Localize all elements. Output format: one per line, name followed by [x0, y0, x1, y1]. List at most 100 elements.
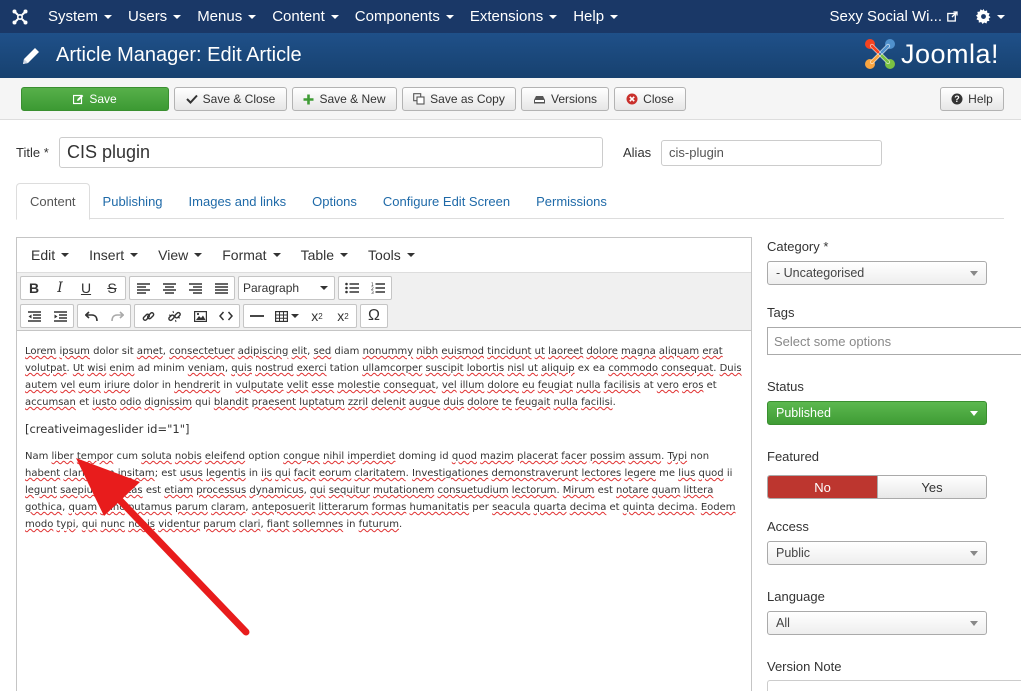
- omega-icon[interactable]: Ω: [361, 305, 387, 327]
- text-style-group: B I U S: [20, 276, 126, 300]
- caret-down-icon: [104, 14, 113, 19]
- editor-content[interactable]: Lorem ipsum dolor sit amet, consectetuer…: [17, 331, 751, 533]
- subscript-icon[interactable]: x2: [304, 305, 330, 327]
- indent-group: [20, 304, 74, 328]
- article-editor: Edit Insert View Format Table Tools B I …: [16, 237, 752, 691]
- title-input[interactable]: CIS plugin: [59, 137, 603, 168]
- featured-label: Featured: [767, 449, 820, 464]
- menu-users[interactable]: Users: [120, 0, 189, 33]
- unlink-icon[interactable]: [161, 305, 187, 327]
- menu-menus[interactable]: Menus: [189, 0, 264, 33]
- caret-down-icon: [291, 314, 299, 318]
- align-left-icon[interactable]: [130, 277, 156, 299]
- menu-content[interactable]: Content: [264, 0, 347, 33]
- tab-configure-edit-screen[interactable]: Configure Edit Screen: [370, 183, 523, 219]
- horizontal-rule-icon[interactable]: [244, 305, 270, 327]
- code-icon[interactable]: [213, 305, 239, 327]
- align-group: [129, 276, 235, 300]
- status-select[interactable]: Published: [767, 401, 987, 425]
- undo-icon[interactable]: [78, 305, 104, 327]
- plus-icon: [303, 94, 314, 105]
- save-close-button[interactable]: Save & Close: [174, 87, 287, 111]
- help-button[interactable]: ? Help: [940, 87, 1004, 111]
- italic-icon[interactable]: I: [47, 277, 73, 299]
- editor-menu-insert[interactable]: Insert: [79, 247, 148, 263]
- menu-help[interactable]: Help: [565, 0, 626, 33]
- versions-button[interactable]: Versions: [521, 87, 609, 111]
- editor-menu-format[interactable]: Format: [212, 247, 290, 263]
- bold-icon[interactable]: B: [21, 277, 47, 299]
- caret-down-icon: [445, 14, 454, 19]
- version-note-input[interactable]: [767, 680, 1021, 691]
- caret-down-icon: [549, 14, 558, 19]
- editor-menu-edit[interactable]: Edit: [21, 247, 79, 263]
- pencil-icon: [23, 47, 39, 64]
- tab-options[interactable]: Options: [299, 183, 370, 219]
- superscript-icon[interactable]: x2: [330, 305, 356, 327]
- editor-menubar: Edit Insert View Format Table Tools: [17, 238, 751, 273]
- featured-no-button[interactable]: No: [768, 476, 877, 498]
- alias-label: Alias: [623, 145, 652, 160]
- editor-toolbar: B I U S Paragraph 123 x 2 x 2 Ω: [17, 273, 751, 331]
- save-button[interactable]: Save: [21, 87, 169, 111]
- editor-toolbar-row-1: B I U S Paragraph 123: [20, 276, 395, 300]
- outdent-icon[interactable]: [21, 305, 47, 327]
- table-icon[interactable]: [270, 305, 304, 327]
- page-header: Article Manager: Edit Article Joomla!: [0, 33, 1021, 78]
- editor-menu-tools[interactable]: Tools: [358, 247, 425, 263]
- close-button[interactable]: Close: [614, 87, 686, 111]
- caret-down-icon: [194, 253, 203, 257]
- menu-system[interactable]: System: [40, 0, 120, 33]
- align-right-icon[interactable]: [182, 277, 208, 299]
- strikethrough-icon[interactable]: S: [99, 277, 125, 299]
- tab-images-links[interactable]: Images and links: [176, 183, 300, 219]
- underline-icon[interactable]: U: [73, 277, 99, 299]
- indent-icon[interactable]: [47, 305, 73, 327]
- brand-text: Joomla!: [900, 38, 999, 69]
- tab-content[interactable]: Content: [16, 183, 90, 220]
- numbered-list-icon[interactable]: 123: [365, 277, 391, 299]
- caret-down-icon: [330, 14, 339, 19]
- link-icon[interactable]: [135, 305, 161, 327]
- block-format-select[interactable]: Paragraph: [238, 276, 335, 300]
- tab-publishing[interactable]: Publishing: [90, 183, 176, 219]
- joomla-logo-icon[interactable]: [0, 0, 40, 33]
- copy-icon: [413, 93, 425, 105]
- version-note-label: Version Note: [767, 659, 842, 674]
- paragraph-2: Nam liber tempor cum soluta nobis eleife…: [25, 451, 736, 530]
- category-select[interactable]: - Uncategorised: [767, 261, 987, 285]
- special-char-group: Ω: [360, 304, 388, 328]
- check-icon: [185, 94, 198, 104]
- caret-down-icon: [130, 253, 139, 257]
- redo-icon[interactable]: [104, 305, 130, 327]
- align-center-icon[interactable]: [156, 277, 182, 299]
- save-new-button[interactable]: Save & New: [292, 87, 397, 111]
- menu-extensions[interactable]: Extensions: [462, 0, 565, 33]
- image-icon[interactable]: [187, 305, 213, 327]
- tags-input[interactable]: Select some options: [767, 327, 1021, 355]
- user-settings-menu[interactable]: [968, 9, 1021, 24]
- caret-down-icon: [248, 14, 257, 19]
- editor-menu-table[interactable]: Table: [291, 247, 358, 263]
- align-justify-icon[interactable]: [208, 277, 234, 299]
- tab-permissions[interactable]: Permissions: [523, 183, 620, 219]
- featured-yes-button[interactable]: Yes: [877, 476, 986, 498]
- site-link[interactable]: Sexy Social Wi...: [819, 8, 968, 25]
- language-select[interactable]: All: [767, 611, 987, 635]
- save-as-copy-button[interactable]: Save as Copy: [402, 87, 516, 111]
- archive-icon: [533, 95, 546, 104]
- list-group: 123: [338, 276, 392, 300]
- category-label: Category *: [767, 239, 829, 254]
- edit-icon: [73, 94, 84, 105]
- editor-toolbar-row-2: x2 x2 Ω: [20, 304, 391, 328]
- access-select[interactable]: Public: [767, 541, 987, 565]
- toolbar: Save Save & Close Save & New Save as Cop…: [0, 78, 1021, 120]
- bullet-list-icon[interactable]: [339, 277, 365, 299]
- misc-group: x2 x2: [243, 304, 357, 328]
- caret-down-icon: [320, 286, 328, 290]
- menu-components[interactable]: Components: [347, 0, 462, 33]
- tags-label: Tags: [767, 305, 795, 320]
- editor-menu-view[interactable]: View: [148, 247, 212, 263]
- alias-input[interactable]: cis-plugin: [661, 140, 882, 166]
- top-nav: System Users Menus Content Components Ex…: [0, 0, 1021, 33]
